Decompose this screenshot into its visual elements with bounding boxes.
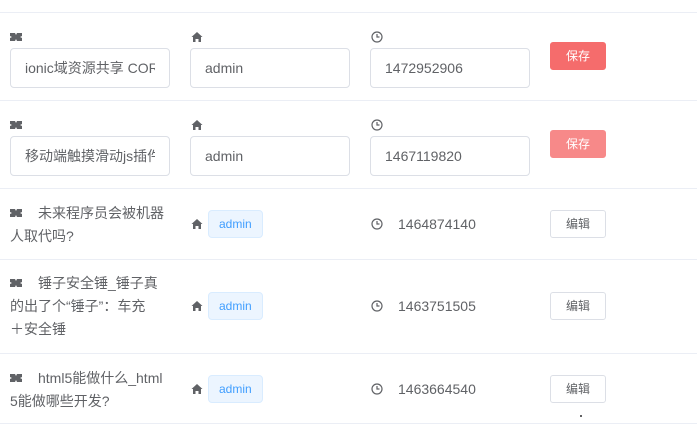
row-divider [0, 423, 697, 424]
home-icon [191, 218, 203, 230]
ticket-icon [10, 372, 22, 384]
article-title-line: 的出了个“锤子”：车充 [10, 298, 146, 314]
author-input[interactable] [190, 48, 350, 88]
home-icon [191, 119, 203, 131]
save-button[interactable]: 保存 [550, 130, 606, 158]
home-icon [191, 383, 203, 395]
author-tag: admin [208, 375, 263, 403]
table-row: 保存 [0, 13, 697, 100]
stray-dot [580, 415, 582, 417]
article-time: 1463751505 [398, 298, 476, 314]
home-icon [191, 31, 203, 43]
article-title-line: html5能做什么_html [38, 370, 163, 386]
clock-icon [371, 300, 383, 312]
title-input[interactable] [10, 136, 170, 176]
save-button[interactable]: 保存 [550, 42, 606, 70]
author-tag: admin [208, 292, 263, 320]
ticket-icon [10, 119, 22, 131]
home-icon [191, 300, 203, 312]
table-row: 锤子安全锤_锤子真 的出了个“锤子”：车充 ＋安全锤 admin 1463751… [0, 260, 697, 353]
article-title-line: 5能做哪些开发? [10, 393, 110, 409]
ticket-icon [10, 207, 22, 219]
clock-icon [371, 218, 383, 230]
article-time: 1463664540 [398, 381, 476, 397]
title-input[interactable] [10, 48, 170, 88]
articles-table: 保存 保存 未来程序员会被机器 人取代吗? admin 1464874140 [0, 0, 697, 433]
table-row: html5能做什么_html 5能做哪些开发? admin 1463664540… [0, 354, 697, 423]
ticket-icon [10, 31, 22, 43]
clock-icon [371, 383, 383, 395]
time-input[interactable] [370, 136, 530, 176]
article-title-line: ＋安全锤 [10, 321, 66, 337]
edit-button[interactable]: 编辑 [550, 210, 606, 238]
table-row: 未来程序员会被机器 人取代吗? admin 1464874140 编辑 [0, 189, 697, 259]
time-input[interactable] [370, 48, 530, 88]
article-time: 1464874140 [398, 216, 476, 232]
ticket-icon [10, 277, 22, 289]
clock-icon [371, 31, 383, 43]
clock-icon [371, 119, 383, 131]
article-title-line: 锤子安全锤_锤子真 [38, 275, 158, 291]
author-tag: admin [208, 210, 263, 238]
edit-button[interactable]: 编辑 [550, 292, 606, 320]
article-title-line: 未来程序员会被机器 [38, 205, 164, 221]
table-row: 保存 [0, 101, 697, 188]
article-title-line: 人取代吗? [10, 228, 74, 244]
edit-button[interactable]: 编辑 [550, 375, 606, 403]
author-input[interactable] [190, 136, 350, 176]
